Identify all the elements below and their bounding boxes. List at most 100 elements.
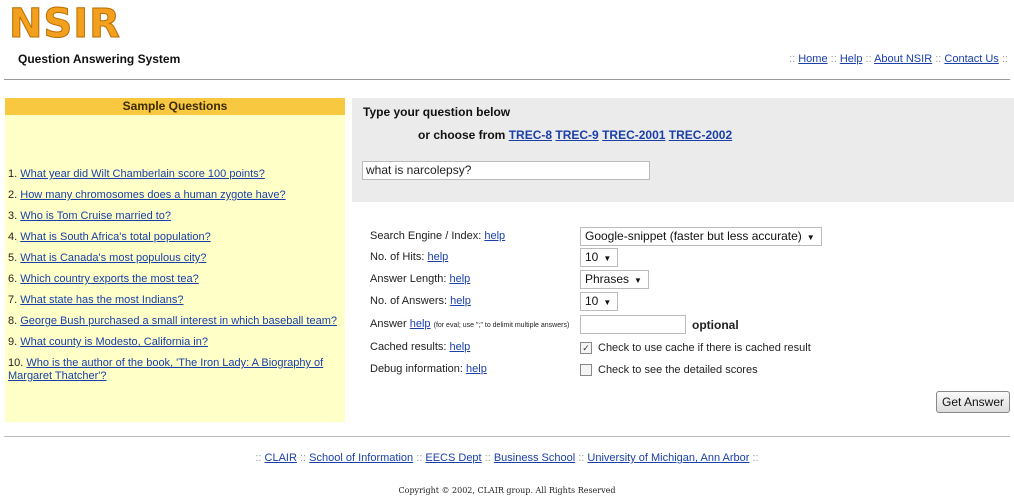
- answer-help-link[interactable]: help: [410, 318, 431, 330]
- nav-home-link[interactable]: Home: [798, 53, 827, 65]
- question-number: 4.: [8, 231, 18, 243]
- footer-clair-link[interactable]: CLAIR: [265, 452, 297, 464]
- copyright: Copyright © 2002, CLAIR group. All Right…: [398, 486, 616, 495]
- nav-about-link[interactable]: About NSIR: [874, 53, 932, 65]
- question-number: 1.: [8, 168, 18, 180]
- footer-eecs-link[interactable]: EECS Dept: [425, 452, 481, 464]
- sample-question-link[interactable]: Who is the author of the book, 'The Iron…: [8, 357, 323, 382]
- question-number: 6.: [8, 273, 18, 285]
- chevron-down-icon: ▼: [603, 254, 612, 263]
- answer-input[interactable]: [580, 315, 686, 334]
- answers-control: 10 ▼: [580, 292, 619, 311]
- trec-8-link[interactable]: TREC-8: [509, 128, 552, 142]
- footer-school-link[interactable]: School of Information: [309, 452, 413, 464]
- debug-control: Check to see the detailed scores: [580, 362, 758, 376]
- nav-help-link[interactable]: Help: [840, 53, 863, 65]
- header-divider: [4, 79, 1010, 80]
- question-prompt: Type your question below: [363, 105, 511, 119]
- sample-question-item: 8. George Bush purchased a small interes…: [8, 315, 343, 328]
- get-answer-button[interactable]: Get Answer: [936, 391, 1010, 413]
- cached-text: Check to use cache if there is cached re…: [598, 341, 811, 354]
- sample-question-link[interactable]: What state has the most Indians?: [20, 294, 183, 306]
- length-label: Answer Length:: [370, 273, 447, 285]
- sample-question-link[interactable]: What county is Modesto, California in?: [20, 336, 208, 348]
- hits-control: 10 ▼: [580, 248, 619, 267]
- question-number: 3.: [8, 210, 18, 222]
- debug-text: Check to see the detailed scores: [598, 363, 758, 376]
- sample-question-item: 5. What is Canada's most populous city?: [8, 252, 343, 265]
- debug-checkbox[interactable]: [580, 363, 592, 376]
- trec-2002-link[interactable]: TREC-2002: [669, 128, 732, 142]
- trec-2001-link[interactable]: TREC-2001: [602, 128, 665, 142]
- sample-question-link[interactable]: What is South Africa's total population?: [20, 231, 210, 243]
- engine-row: Search Engine / Index: help: [370, 230, 505, 242]
- length-row: Answer Length: help: [370, 273, 470, 285]
- sample-question-link[interactable]: Who is Tom Cruise married to?: [20, 210, 171, 222]
- answers-row: No. of Answers: help: [370, 295, 471, 307]
- sample-question-link[interactable]: Which country exports the most tea?: [20, 273, 199, 285]
- question-panel: Type your question below or choose from …: [352, 98, 1014, 422]
- footer-umich-link[interactable]: University of Michigan, Ann Arbor: [587, 452, 749, 464]
- sample-question-link[interactable]: What year did Wilt Chamberlain score 100…: [20, 168, 265, 180]
- nsir-logo: NSIR: [9, 1, 121, 48]
- sample-question-item: 9. What county is Modesto, California in…: [8, 336, 343, 349]
- sample-question-item: 10. Who is the author of the book, 'The …: [8, 357, 343, 383]
- question-number: 5.: [8, 252, 18, 264]
- question-input[interactable]: what is narcolepsy?: [362, 161, 650, 180]
- sample-questions-list: 1. What year did Wilt Chamberlain score …: [8, 168, 343, 391]
- answers-help-link[interactable]: help: [450, 295, 471, 307]
- choose-prefix: or choose from: [418, 128, 506, 142]
- hits-label: No. of Hits:: [370, 251, 425, 263]
- cached-label: Cached results:: [370, 341, 447, 353]
- question-number: 2.: [8, 189, 18, 201]
- top-nav: :: Home :: Help :: About NSIR :: Contact…: [789, 53, 1008, 65]
- sample-question-link[interactable]: What is Canada's most populous city?: [20, 252, 206, 264]
- engine-select[interactable]: Google-snippet (faster but less accurate…: [580, 227, 822, 246]
- engine-label: Search Engine / Index:: [370, 230, 482, 242]
- footer-divider: [4, 436, 1010, 437]
- hits-row: No. of Hits: help: [370, 251, 448, 263]
- engine-control: Google-snippet (faster but less accurate…: [580, 227, 822, 246]
- debug-row: Debug information: help: [370, 363, 487, 375]
- chevron-down-icon: ▼: [634, 276, 642, 285]
- hits-select[interactable]: 10 ▼: [580, 248, 619, 267]
- sample-question-item: 7. What state has the most Indians?: [8, 294, 343, 307]
- hits-help-link[interactable]: help: [427, 251, 448, 263]
- length-select[interactable]: Phrases ▼: [580, 270, 649, 289]
- question-entry-area: Type your question below or choose from …: [352, 98, 1014, 202]
- chevron-down-icon: ▼: [806, 233, 815, 242]
- question-number: 7.: [8, 294, 18, 306]
- optional-label: optional: [692, 317, 739, 332]
- answer-note: (for eval; use ";" to delimit multiple a…: [433, 322, 570, 329]
- sample-questions-panel: Sample Questions 1. What year did Wilt C…: [5, 98, 345, 422]
- question-number: 10.: [8, 357, 24, 369]
- cached-help-link[interactable]: help: [450, 341, 471, 353]
- sample-question-item: 4. What is South Africa's total populati…: [8, 231, 343, 244]
- sample-question-link[interactable]: How many chromosomes does a human zygote…: [20, 189, 285, 201]
- length-help-link[interactable]: help: [450, 273, 471, 285]
- sample-question-item: 6. Which country exports the most tea?: [8, 273, 343, 286]
- nav-contact-link[interactable]: Contact Us: [944, 53, 998, 65]
- chevron-down-icon: ▼: [603, 298, 612, 307]
- trec-9-link[interactable]: TREC-9: [555, 128, 598, 142]
- cached-checkbox[interactable]: ✓: [580, 341, 592, 354]
- answer-control: optional: [580, 315, 739, 334]
- question-number: 8.: [8, 315, 18, 327]
- cached-row: Cached results: help: [370, 341, 470, 353]
- sample-question-link[interactable]: George Bush purchased a small interest i…: [20, 315, 337, 327]
- footer-business-link[interactable]: Business School: [494, 452, 575, 464]
- engine-help-link[interactable]: help: [484, 230, 505, 242]
- footer-nav: :: CLAIR :: School of Information :: EEC…: [255, 452, 759, 464]
- sample-question-item: 3. Who is Tom Cruise married to?: [8, 210, 343, 223]
- debug-help-link[interactable]: help: [466, 363, 487, 375]
- answer-row: Answer help (for eval; use ";" to delimi…: [370, 318, 569, 330]
- sample-question-item: 2. How many chromosomes does a human zyg…: [8, 189, 343, 202]
- cached-control: ✓ Check to use cache if there is cached r…: [580, 340, 811, 354]
- question-number: 9.: [8, 336, 18, 348]
- answers-label: No. of Answers:: [370, 295, 448, 307]
- answers-select[interactable]: 10 ▼: [580, 292, 619, 311]
- sample-questions-title: Sample Questions: [5, 98, 345, 115]
- site-subtitle: Question Answering System: [18, 52, 181, 66]
- debug-label: Debug information:: [370, 363, 463, 375]
- sample-question-item: 1. What year did Wilt Chamberlain score …: [8, 168, 343, 181]
